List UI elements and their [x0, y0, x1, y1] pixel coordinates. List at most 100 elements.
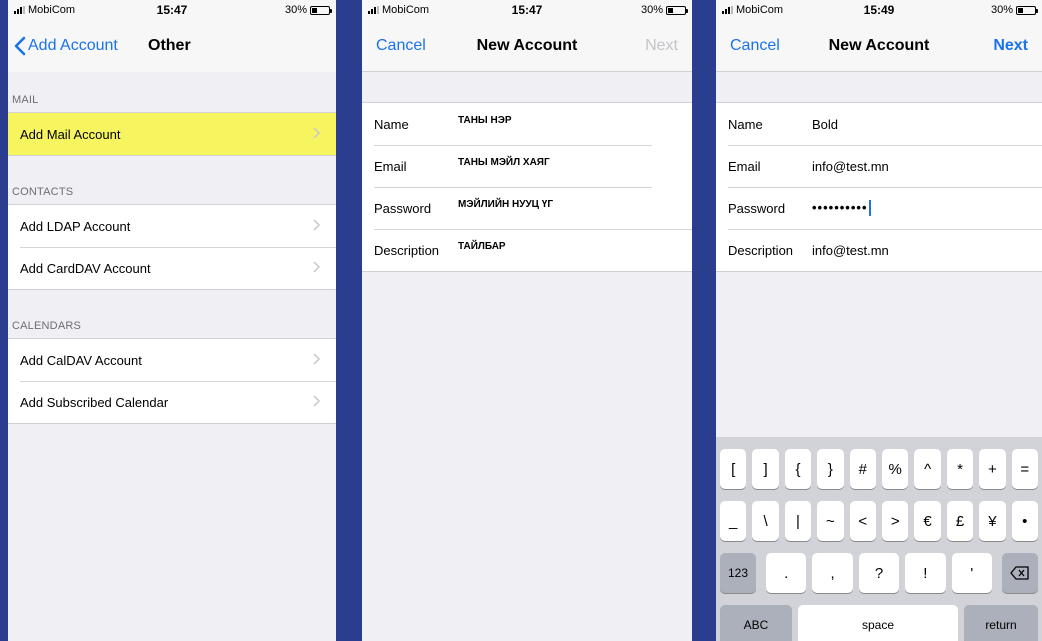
keyboard-row-4: ABC space return — [716, 599, 1042, 641]
name-field[interactable]: Name Bold — [716, 103, 1042, 145]
add-mail-account-row[interactable]: Add Mail Account — [8, 113, 336, 155]
page-title: New Account — [476, 37, 578, 54]
key[interactable]: ! — [905, 553, 946, 593]
row-label: Add CardDAV Account — [20, 260, 151, 276]
battery-icon — [310, 5, 332, 15]
password-field[interactable]: Password МЭЙЛИЙН НУУЦ ҮГ — [362, 187, 692, 229]
password-field[interactable]: Password •••••••••• — [716, 187, 1042, 229]
battery-percent: 30% — [284, 4, 307, 16]
key[interactable]: } — [817, 449, 844, 489]
key[interactable]: ? — [858, 553, 900, 593]
next-button[interactable]: Next — [645, 37, 678, 55]
row-label: Add Subscribed Calendar — [20, 394, 169, 410]
delete-key[interactable] — [1002, 553, 1038, 593]
key[interactable]: + — [979, 449, 1006, 489]
add-carddav-account-row[interactable]: Add CardDAV Account — [8, 247, 336, 289]
field-label: Email — [374, 158, 407, 174]
status-bar: MobiCom 15:47 30% — [8, 0, 336, 20]
key[interactable]: € — [914, 501, 941, 541]
section-header-mail: MAIL — [12, 94, 39, 106]
field-value-wrap: •••••••••• — [812, 200, 871, 217]
key[interactable]: ^ — [914, 449, 941, 489]
battery: 30% — [990, 4, 1038, 16]
description-field[interactable]: Description info@test.mn — [716, 229, 1042, 271]
key[interactable]: ¥ — [979, 501, 1006, 541]
key[interactable]: \ — [752, 501, 779, 541]
status-bar: MobiCom 15:49 30% — [716, 0, 1042, 20]
backspace-icon — [1010, 566, 1029, 580]
battery-icon — [666, 5, 688, 15]
email-field[interactable]: Email ТАНЫ МЭЙЛ ХАЯГ — [362, 145, 692, 187]
key[interactable]: ] — [752, 449, 779, 489]
text-caret — [868, 200, 871, 217]
page-title: Other — [148, 37, 191, 54]
name-field[interactable]: Name ТАНЫ НЭР — [362, 103, 692, 145]
field-value: МЭЙЛИЙН НУУЦ ҮГ — [458, 199, 553, 210]
key[interactable]: £ — [946, 501, 974, 541]
field-value: Bold — [812, 116, 839, 132]
key[interactable]: { — [784, 449, 812, 489]
nav-bar: Cancel New Account Next — [716, 20, 1042, 72]
group-calendars: Add CalDAV Account Add Subscribed Calend… — [8, 338, 336, 424]
add-ldap-account-row[interactable]: Add LDAP Account — [8, 205, 336, 247]
space-key[interactable]: space — [798, 605, 958, 641]
next-button[interactable]: Next — [993, 37, 1028, 55]
key[interactable]: • — [1011, 501, 1038, 541]
field-value: ТАЙЛБАР — [458, 241, 506, 252]
chevron-right-icon — [313, 261, 321, 273]
key[interactable]: # — [849, 449, 876, 489]
abc-mode-key[interactable]: ABC — [720, 605, 792, 641]
key[interactable]: | — [784, 501, 812, 541]
keyboard-row-2: _ \ | ~ < > € £ ¥ • — [716, 495, 1042, 547]
row-label: Add CalDAV Account — [20, 352, 142, 368]
key[interactable]: < — [849, 501, 876, 541]
chevron-left-icon — [14, 36, 26, 56]
key[interactable]: % — [882, 449, 909, 489]
key[interactable]: > — [882, 501, 909, 541]
section-header-calendars: CALENDARS — [12, 320, 82, 332]
add-caldav-account-row[interactable]: Add CalDAV Account — [8, 339, 336, 381]
key[interactable]: * — [946, 449, 974, 489]
field-label: Description — [374, 242, 440, 258]
group-contacts: Add LDAP Account Add CardDAV Account — [8, 204, 336, 290]
key[interactable]: = — [1011, 449, 1038, 489]
key[interactable]: _ — [720, 501, 747, 541]
return-key[interactable]: return — [964, 605, 1038, 641]
field-value: info@test.mn — [812, 242, 889, 258]
chevron-right-icon — [313, 127, 321, 139]
row-label: Add Mail Account — [20, 126, 121, 142]
email-field[interactable]: Email info@test.mn — [716, 145, 1042, 187]
account-form: Name ТАНЫ НЭР Email ТАНЫ МЭЙЛ ХАЯГ Passw… — [362, 102, 692, 272]
group-mail: Add Mail Account — [8, 112, 336, 156]
section-header-contacts: CONTACTS — [12, 186, 74, 198]
chevron-right-icon — [313, 353, 321, 365]
key[interactable]: . — [766, 553, 807, 593]
password-dots: •••••••••• — [812, 199, 868, 215]
field-label: Name — [374, 116, 409, 132]
key[interactable]: [ — [720, 449, 747, 489]
keyboard-row-1: []{} #% ^ * + = — [716, 443, 1042, 495]
battery-percent: 30% — [990, 4, 1013, 16]
screen-new-account-filled: MobiCom 15:49 30% Cancel New Account Nex… — [716, 0, 1042, 641]
field-label: Password — [728, 200, 786, 216]
screen-other: MobiCom 15:47 30% Add Account Other MAIL… — [8, 0, 336, 641]
field-label: Name — [728, 116, 763, 132]
battery: 30% — [284, 4, 332, 16]
back-button[interactable]: Add Account — [14, 36, 118, 56]
key[interactable]: ' — [951, 553, 992, 593]
add-subscribed-calendar-row[interactable]: Add Subscribed Calendar — [8, 381, 336, 423]
battery-percent: 30% — [640, 4, 663, 16]
account-form: Name Bold Email info@test.mn Password ••… — [716, 102, 1042, 272]
keyboard: []{} #% ^ * + = _ \ | ~ < > € £ ¥ • 123.,?! ' ABC space r… — [716, 437, 1042, 641]
nav-bar: Add Account Other — [8, 20, 336, 72]
key[interactable]: ~ — [817, 501, 844, 541]
chevron-right-icon — [313, 395, 321, 407]
field-label: Password — [374, 200, 432, 216]
chevron-right-icon — [313, 219, 321, 231]
numbers-mode-key[interactable]: 123 — [720, 553, 756, 593]
battery: 30% — [640, 4, 688, 16]
nav-bar: Cancel New Account Next — [362, 20, 692, 72]
key[interactable]: , — [812, 553, 853, 593]
back-button-label: Add Account — [28, 37, 118, 54]
description-field[interactable]: Description ТАЙЛБАР — [362, 229, 692, 271]
